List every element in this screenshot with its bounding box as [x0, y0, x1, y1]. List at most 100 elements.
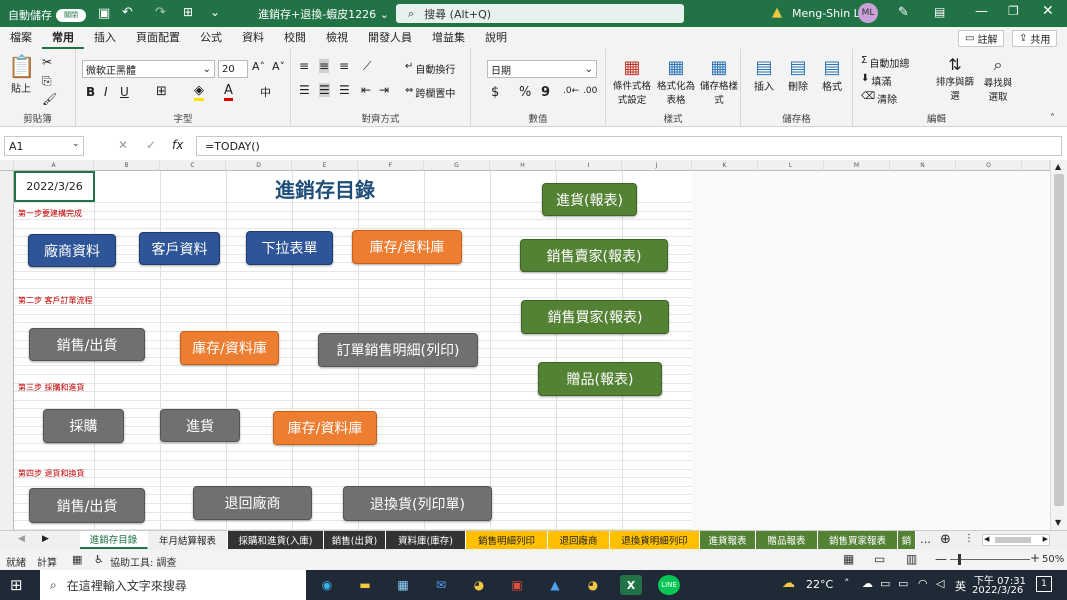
line-icon[interactable]: LINE	[658, 575, 680, 595]
italic-button[interactable]: I	[104, 85, 108, 99]
align-right-icon[interactable]: ☰	[339, 83, 350, 97]
warning-icon[interactable]: ▲	[772, 5, 782, 20]
comma-button[interactable]: 9	[541, 85, 550, 100]
column-header-i[interactable]: I	[556, 160, 622, 171]
font-color-icon[interactable]: A	[224, 83, 233, 101]
decrease-decimal-icon[interactable]: .00	[583, 86, 597, 96]
minimize-icon[interactable]: —	[975, 4, 988, 19]
wifi-icon[interactable]: ◠	[918, 577, 928, 590]
sales-buyer-report-button[interactable]: 銷售買家(報表)	[521, 300, 669, 334]
save-icon[interactable]: ▣	[98, 6, 110, 21]
receiving-button[interactable]: 進貨	[160, 409, 240, 442]
file-explorer-icon[interactable]: ▬	[354, 575, 376, 595]
clear-button[interactable]: ⌫ 清除	[861, 91, 897, 106]
store-icon[interactable]: ▦	[392, 575, 414, 595]
sheet-tab-return-supplier[interactable]: 退回廠商	[548, 531, 610, 549]
inventory-db-button-1[interactable]: 庫存/資料庫	[352, 230, 462, 264]
chrome-profile-icon[interactable]: ◕	[582, 575, 604, 595]
office-icon[interactable]: ▣	[506, 575, 528, 595]
worksheet[interactable]: A B C D E F G H I J K L M N O 2022/3/26 …	[0, 160, 1067, 530]
column-header-n[interactable]: N	[890, 160, 956, 171]
inventory-db-button-3[interactable]: 庫存/資料庫	[273, 411, 377, 445]
search-box[interactable]: ⌕ 搜尋 (Alt+Q)	[396, 4, 684, 23]
excel-taskbar-icon[interactable]: X	[620, 575, 642, 595]
inventory-db-button-2[interactable]: 庫存/資料庫	[180, 331, 279, 365]
delete-cells-button[interactable]: ▤ 刪除	[783, 57, 813, 93]
format-cells-button[interactable]: ▤ 格式	[817, 57, 847, 93]
tab-scroll-right-icon[interactable]: ▶	[42, 534, 49, 544]
return-to-supplier-button[interactable]: 退回廠商	[193, 486, 312, 520]
temperature[interactable]: 22°C	[806, 578, 833, 591]
accessibility-icon[interactable]: ♿	[94, 553, 104, 566]
column-header-a[interactable]: A	[14, 160, 94, 171]
tab-developer[interactable]: 開發人員	[358, 27, 422, 49]
fill-color-icon[interactable]: ◈	[194, 83, 204, 101]
windows-start-icon[interactable]: ⊞	[10, 576, 23, 594]
bold-button[interactable]: B	[86, 85, 95, 99]
share-button[interactable]: ⇪ 共用	[1012, 30, 1058, 47]
quick-access-icon[interactable]: ⊞	[183, 5, 193, 19]
grow-font-icon[interactable]: A˄	[252, 60, 265, 73]
comments-button[interactable]: ▭ 註解	[958, 30, 1005, 47]
column-header-o[interactable]: O	[956, 160, 1022, 171]
borders-icon[interactable]: ⊞	[156, 84, 167, 99]
column-header-e[interactable]: E	[292, 160, 358, 171]
sheet-tab-sales[interactable]: 銷售(出貨)	[324, 531, 386, 549]
tab-data[interactable]: 資料	[232, 27, 274, 49]
format-table-button[interactable]: ▦ 格式化為表格	[656, 57, 696, 106]
align-left-icon[interactable]: ☰	[299, 83, 310, 97]
mail-icon[interactable]: ✉	[430, 575, 452, 595]
edge-icon[interactable]: ◉	[316, 575, 338, 595]
vertical-scrollbar[interactable]: ▲ ▼	[1050, 160, 1067, 530]
more-tabs-icon[interactable]: …	[920, 533, 931, 546]
tab-view[interactable]: 檢視	[316, 27, 358, 49]
sales-shipping-button-2[interactable]: 銷售/出貨	[29, 488, 145, 523]
phonetic-icon[interactable]: 中	[260, 84, 271, 100]
page-break-view-icon[interactable]: ▥	[906, 552, 917, 566]
clock-date[interactable]: 2022/3/26	[972, 585, 1023, 596]
sheet-tab-receiving-report[interactable]: 進貨報表	[700, 531, 756, 549]
cut-icon[interactable]: ✂	[42, 55, 52, 69]
sheet-tab-purchase[interactable]: 採購和進貨(入庫)	[228, 531, 324, 549]
wrap-text-button[interactable]: ↵ 自動換行	[405, 61, 455, 76]
column-header-j[interactable]: J	[622, 160, 692, 171]
column-header-h[interactable]: H	[490, 160, 556, 171]
ribbon-display-icon[interactable]: ▤	[934, 5, 945, 19]
hscroll-thumb[interactable]	[995, 537, 1031, 543]
paste-button[interactable]: 📋 貼上	[8, 55, 35, 95]
file-name[interactable]: 進銷存+退換-蝦皮1226 ⌄	[258, 6, 389, 22]
return-exchange-print-button[interactable]: 退換貨(列印單)	[343, 486, 492, 521]
supplier-data-button[interactable]: 廠商資料	[28, 234, 116, 267]
align-center-icon[interactable]: ☰	[319, 83, 330, 97]
sheet-tab-partial[interactable]: 銷	[898, 531, 916, 549]
copy-icon[interactable]: ⎘	[42, 74, 52, 89]
column-header-k[interactable]: K	[692, 160, 758, 171]
autosum-button[interactable]: Σ 自動加總	[861, 55, 909, 70]
photos-icon[interactable]: ▲	[544, 575, 566, 595]
column-header-c[interactable]: C	[160, 160, 226, 171]
notification-icon[interactable]: 1	[1036, 576, 1052, 592]
number-format-select[interactable]: 日期 ⌄	[487, 60, 597, 78]
page-layout-view-icon[interactable]: ▭	[874, 552, 885, 566]
tab-home[interactable]: 常用	[42, 27, 84, 49]
decrease-indent-icon[interactable]: ⇤	[361, 83, 371, 97]
column-header-m[interactable]: M	[824, 160, 890, 171]
align-top-icon[interactable]: ≡	[299, 59, 309, 73]
avatar[interactable]: ML	[858, 3, 878, 23]
cancel-icon[interactable]: ✕	[118, 138, 128, 152]
macro-record-icon[interactable]: ▦	[72, 553, 82, 566]
normal-view-icon[interactable]: ▦	[843, 552, 854, 566]
sheet-tab-sales-detail[interactable]: 銷售明細列印	[466, 531, 548, 549]
hscroll-left-icon[interactable]: ◀	[984, 535, 989, 543]
undo-icon[interactable]: ↶	[122, 5, 133, 20]
taskbar-search[interactable]: ⌕ 在這裡輸入文字來搜尋	[40, 570, 306, 600]
select-all-corner[interactable]	[0, 160, 14, 171]
column-header-f[interactable]: F	[358, 160, 424, 171]
sheet-tab-catalog[interactable]: 進銷存目錄	[80, 531, 148, 549]
volume-icon[interactable]: ◁	[936, 577, 944, 590]
row-headers[interactable]	[0, 171, 14, 530]
cell-styles-button[interactable]: ▦ 儲存格樣式	[700, 57, 738, 106]
sheet-tab-exchange-print[interactable]: 退換貨明細列印	[610, 531, 700, 549]
restore-icon[interactable]: ❐	[1008, 4, 1019, 18]
split-handle-icon[interactable]: ⋮	[964, 533, 974, 544]
